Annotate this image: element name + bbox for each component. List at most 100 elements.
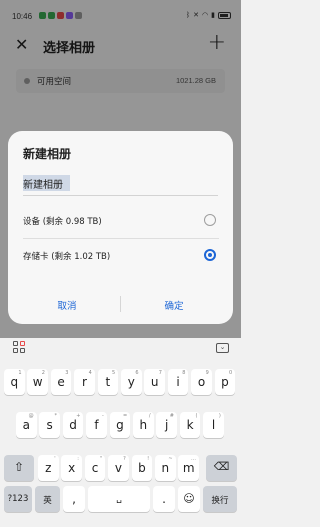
key-c[interactable]: c " <box>84 455 106 481</box>
language-key[interactable]: 英 <box>35 486 60 512</box>
key-label: w <box>32 375 43 389</box>
key-label: b <box>138 461 146 475</box>
key-s[interactable]: s * <box>39 412 60 438</box>
keyboard-toolbar: ⌄ <box>0 338 241 360</box>
key-secondary-label: 2 <box>41 370 45 376</box>
option-device[interactable]: 设备 (剩余 0.98 TB) <box>23 206 219 238</box>
key-secondary-label: ( <box>195 413 198 419</box>
key-label: d <box>69 418 77 432</box>
key-b[interactable]: b! <box>131 455 153 481</box>
key-y[interactable]: y6 <box>121 369 142 395</box>
key-n[interactable]: n ~ <box>155 455 176 481</box>
key-k[interactable]: k( <box>179 412 201 438</box>
album-name-input[interactable] <box>23 172 218 194</box>
key-o[interactable]: o9 <box>191 369 212 395</box>
comma-key[interactable]: , <box>63 486 85 512</box>
shift-icon: ⇧ <box>13 460 25 474</box>
key-label: c <box>91 461 99 475</box>
key-d[interactable]: d + <box>62 412 84 438</box>
key-secondary-label: 3 <box>65 370 69 376</box>
key-label: r <box>82 375 87 389</box>
key-g[interactable]: g = <box>109 412 131 438</box>
emoji-icon: ☺ <box>183 492 195 505</box>
key-h[interactable]: h / <box>133 412 154 438</box>
key-a[interactable]: a @ <box>16 412 37 438</box>
key-secondary-label: 0 <box>229 370 233 376</box>
key-label: o <box>197 375 206 389</box>
key-secondary-label: = <box>122 413 128 419</box>
space-icon: ␣ <box>116 494 122 504</box>
key-secondary-label: 5 <box>112 370 116 376</box>
key-secondary-label: 8 <box>182 370 186 376</box>
dialog-title: 新建相册 <box>23 147 72 161</box>
key-i[interactable]: i8 <box>167 369 189 395</box>
shift-key[interactable]: ⇧ <box>4 455 34 481</box>
enter-key[interactable]: 换行 <box>203 486 237 512</box>
backspace-icon: ⌫ <box>213 460 230 473</box>
key-label: y <box>127 375 135 389</box>
key-secondary-label: ~ <box>168 456 173 462</box>
key-secondary-label: / <box>148 413 151 419</box>
option-divider <box>23 238 219 239</box>
key-p[interactable]: p0 <box>214 369 236 395</box>
confirm-button[interactable]: 确定 <box>118 295 230 315</box>
keyboard: q1w2e3r4t5y6u7i8o9p0 a @ s * d + f - g = h / j # k(l) … <box>0 360 241 527</box>
option-device-label: 设备 (剩余 0.98 TB) <box>23 217 102 227</box>
key-q[interactable]: q1 <box>4 369 25 395</box>
key-label: n <box>161 461 170 475</box>
key-label: e <box>57 375 65 389</box>
key-label: v <box>114 461 123 475</box>
new-album-dialog: 新建相册 设备 (剩余 0.98 TB) 存储卡 (剩余 1.02 TB) 取消… <box>8 131 233 324</box>
hide-keyboard-icon[interactable]: ⌄ <box>216 343 229 353</box>
key-x[interactable]: x: <box>61 455 82 481</box>
period-key[interactable]: . <box>153 486 175 512</box>
radio-device[interactable] <box>204 214 216 226</box>
key-l[interactable]: l) <box>203 412 224 438</box>
key-label: x <box>68 461 76 475</box>
key-secondary-label: ! <box>147 456 150 462</box>
key-label: l <box>211 418 216 432</box>
input-underline <box>23 195 218 196</box>
key-label: t <box>105 375 111 389</box>
key-label: i <box>176 375 180 389</box>
key-secondary-label: 7 <box>158 370 162 376</box>
key-m[interactable]: m… <box>178 455 199 481</box>
keyboard-apps-icon[interactable] <box>13 341 26 354</box>
key-v[interactable]: v? <box>108 455 129 481</box>
key-secondary-label: ? <box>123 456 126 462</box>
key-label: a <box>22 418 30 432</box>
cancel-button[interactable]: 取消 <box>11 295 123 315</box>
emoji-key[interactable]: ☺ <box>178 486 200 512</box>
key-label: m <box>182 461 195 475</box>
key-label: u <box>150 375 159 389</box>
key-secondary-label: 9 <box>205 370 209 376</box>
key-secondary-label: 4 <box>88 370 92 376</box>
space-key[interactable]: ␣ <box>88 486 150 512</box>
key-j[interactable]: j # <box>156 412 177 438</box>
key-label: j <box>165 418 169 432</box>
key-secondary-label: 1 <box>18 370 22 376</box>
key-secondary-label: ) <box>218 413 221 419</box>
backspace-key[interactable]: ⌫ <box>206 455 237 481</box>
option-sd-card-label: 存储卡 (剩余 1.02 TB) <box>23 252 111 262</box>
key-label: z <box>45 461 52 475</box>
key-e[interactable]: e3 <box>50 369 72 395</box>
key-r[interactable]: r4 <box>74 369 95 395</box>
key-u[interactable]: u7 <box>144 369 165 395</box>
key-w[interactable]: w2 <box>27 369 48 395</box>
key-label: p <box>221 375 229 389</box>
option-sd-card[interactable]: 存储卡 (剩余 1.02 TB) <box>23 241 219 273</box>
key-label: h <box>139 418 148 432</box>
key-z[interactable]: z ' <box>38 455 59 481</box>
radio-sd-card[interactable] <box>204 249 216 261</box>
key-secondary-label: - <box>101 413 104 419</box>
key-f[interactable]: f- <box>86 412 107 438</box>
key-t[interactable]: t5 <box>97 369 119 395</box>
key-secondary-label: + <box>76 413 81 419</box>
key-secondary-label: : <box>77 456 79 462</box>
key-secondary-label: @ <box>28 413 34 419</box>
key-label: g <box>116 418 124 432</box>
key-label: f <box>94 418 99 432</box>
key-label: q <box>10 375 19 389</box>
symbols-key[interactable]: ?123 <box>4 486 32 512</box>
